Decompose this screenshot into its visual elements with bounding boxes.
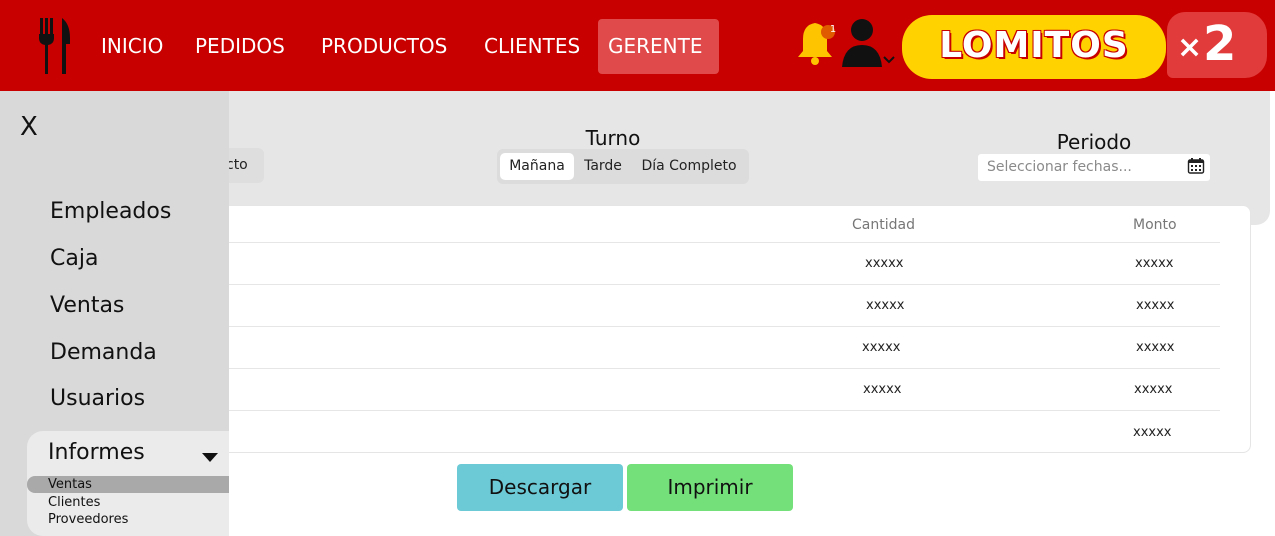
table-cell-cantidad: xxxxx [866, 298, 905, 313]
table-cell-cantidad: xxxxx [862, 340, 901, 355]
nav-gerente[interactable]: GERENTE [598, 19, 719, 74]
turno-segmented-control: Mañana Tarde Día Completo [497, 149, 749, 184]
promo-badge: × 2 [1167, 12, 1267, 78]
promo-number: 2 [1203, 16, 1237, 72]
table-cell-monto: xxxxx [1134, 382, 1173, 397]
table-cell-cantidad: xxxxx [865, 256, 904, 271]
table-divider [225, 410, 1220, 411]
table-cell-monto: xxxxx [1133, 425, 1172, 440]
table-cell-monto: xxxxx [1136, 340, 1175, 355]
nav-pedidos[interactable]: PEDIDOS [195, 19, 285, 74]
table-cell-cantidad: xxxxx [863, 382, 902, 397]
fork-knife-icon[interactable] [34, 16, 74, 74]
calendar-icon[interactable] [1187, 157, 1205, 175]
sidebar-item-demanda[interactable]: Demanda [50, 340, 157, 365]
sidebar-item-empleados[interactable]: Empleados [50, 199, 171, 224]
table-divider [225, 284, 1220, 285]
sub-item-ventas[interactable]: Ventas [48, 477, 92, 492]
turno-title: Turno [585, 126, 641, 150]
turno-option-dia-completo[interactable]: Día Completo [635, 153, 743, 180]
nav-clientes[interactable]: CLIENTES [484, 19, 580, 74]
sub-item-clientes[interactable]: Clientes [48, 495, 100, 510]
sidebar-item-caja[interactable]: Caja [50, 246, 98, 271]
promo-times: × [1177, 30, 1203, 65]
periodo-title: Periodo [1056, 130, 1132, 154]
sidebar-item-usuarios[interactable]: Usuarios [50, 386, 145, 411]
notification-count: 1 [829, 24, 837, 35]
date-range-input[interactable]: Seleccionar fechas... [977, 153, 1211, 182]
table-cell-monto: xxxxx [1135, 256, 1174, 271]
sidebar-item-ventas[interactable]: Ventas [50, 293, 124, 318]
sidebar-item-informes[interactable]: Informes [48, 440, 145, 465]
print-button[interactable]: Imprimir [627, 464, 793, 511]
brand-logo: LOMITOS [902, 15, 1166, 79]
download-button[interactable]: Descargar [457, 464, 623, 511]
caret-down-icon[interactable] [201, 451, 219, 463]
chevron-down-icon [883, 56, 895, 64]
column-header-monto: Monto [1133, 217, 1177, 233]
turno-option-tarde[interactable]: Tarde [577, 153, 629, 180]
nav-productos[interactable]: PRODUCTOS [321, 19, 447, 74]
nav-inicio[interactable]: INICIO [101, 19, 163, 74]
producto-filter-chip[interactable]: cto [224, 148, 264, 183]
table-divider [225, 326, 1220, 327]
sub-item-proveedores[interactable]: Proveedores [48, 512, 128, 527]
table-divider [225, 368, 1220, 369]
top-navigation-bar: INICIO PEDIDOS PRODUCTOS CLIENTES GERENT… [0, 0, 1275, 91]
turno-option-manana[interactable]: Mañana [500, 153, 574, 180]
close-sidebar-button[interactable]: X [20, 112, 38, 142]
column-header-cantidad: Cantidad [852, 217, 915, 233]
brand-name: LOMITOS [939, 25, 1129, 66]
table-divider [225, 242, 1220, 243]
table-cell-monto: xxxxx [1136, 298, 1175, 313]
user-icon[interactable] [840, 17, 898, 69]
